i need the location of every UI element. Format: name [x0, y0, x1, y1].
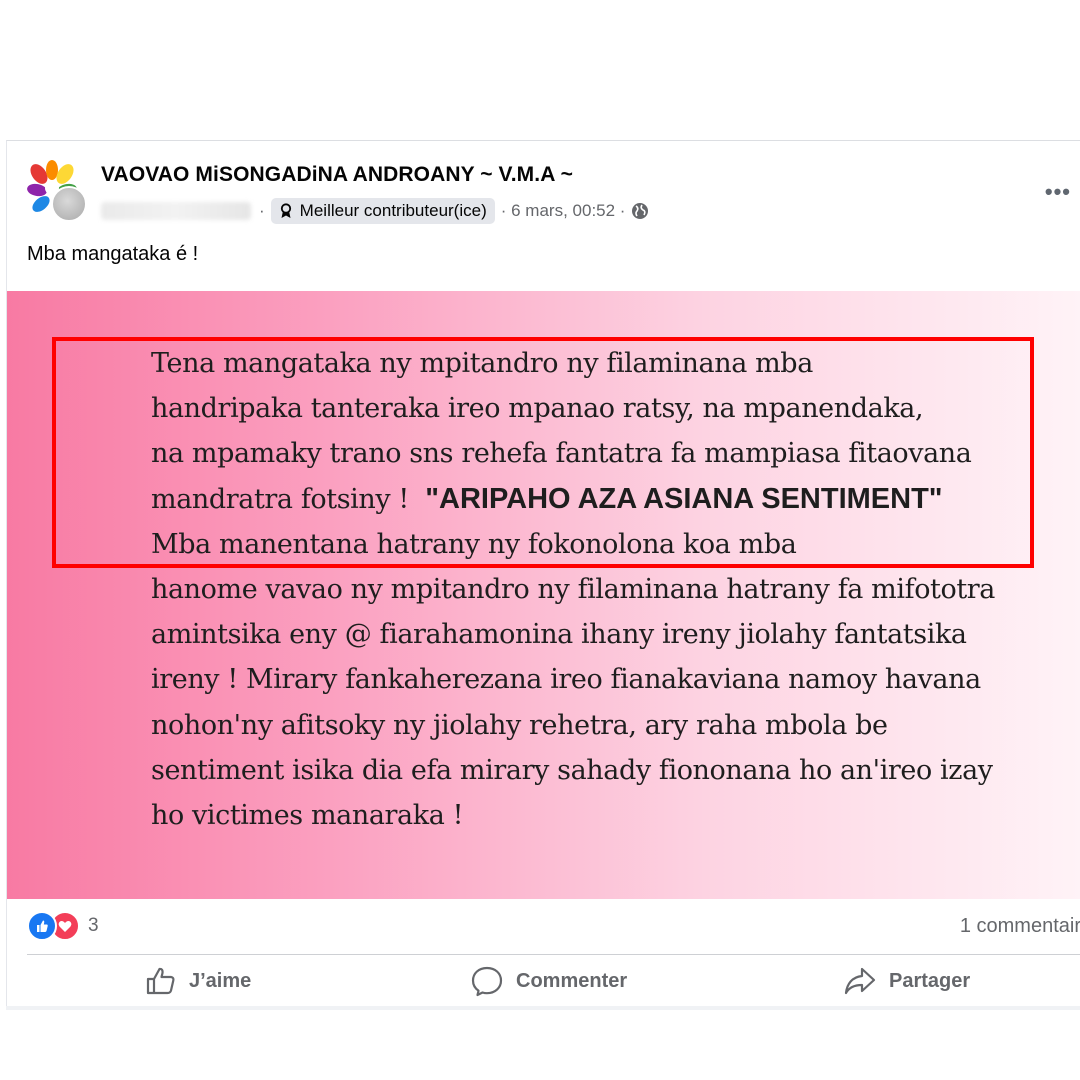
share-label: Partager	[889, 969, 971, 992]
blurred-author-name[interactable]	[101, 202, 251, 220]
comment-bubble-icon	[471, 966, 503, 997]
share-arrow-icon	[844, 967, 876, 995]
post-card: VAOVAO MiSONGADiNA ANDROANY ~ V.M.A ~ · …	[6, 140, 1080, 1007]
globe-icon	[632, 203, 649, 219]
comment-label: Commenter	[516, 969, 628, 992]
post-meta: · Meilleur contributeur(ice) · 6 mars, 0…	[101, 196, 649, 226]
card-bottom-edge	[6, 1006, 1080, 1010]
image-line: amintsika eny @ fiarahamonina ihany iren…	[151, 619, 967, 651]
group-name[interactable]: VAOVAO MiSONGADiNA ANDROANY ~ V.M.A ~	[101, 163, 573, 187]
image-line: ho victimes manaraka !	[151, 800, 464, 832]
reactions-summary[interactable]: 3	[27, 911, 99, 941]
more-options-icon[interactable]: •••	[1045, 179, 1071, 205]
meta-separator: ·	[259, 201, 265, 220]
like-reaction-icon	[27, 911, 57, 941]
comment-button[interactable]: Commenter	[470, 955, 627, 1007]
reaction-count: 3	[88, 915, 99, 936]
image-line: hanome vavao ny mpitandro ny filaminana …	[151, 574, 996, 606]
post-header: VAOVAO MiSONGADiNA ANDROANY ~ V.M.A ~ · …	[7, 141, 1080, 237]
share-button[interactable]: Partager	[843, 955, 970, 1007]
like-button[interactable]: J’aime	[145, 955, 251, 1007]
image-line: ireny ! Mirary fankaherezana ireo fianak…	[151, 664, 981, 696]
action-bar: J’aime Commenter Partager	[7, 955, 1080, 1007]
user-avatar[interactable]	[51, 186, 87, 222]
badge-label: Meilleur contributeur(ice)	[299, 201, 487, 220]
post-text: Mba mangataka é !	[27, 243, 199, 265]
comments-count[interactable]: 1 commentair	[960, 915, 1080, 938]
red-highlight-box	[52, 337, 1034, 568]
post-timestamp[interactable]: · 6 mars, 00:52 ·	[501, 201, 626, 221]
thumbs-up-icon	[146, 967, 175, 995]
image-line: nohon'ny afitsoky ny jiolahy rehetra, ar…	[151, 709, 888, 741]
award-icon	[280, 203, 291, 218]
top-contributor-badge[interactable]: Meilleur contributeur(ice)	[270, 198, 495, 224]
image-line: sentiment isika dia efa mirary sahady fi…	[151, 754, 993, 786]
post-image[interactable]: Tena mangataka ny mpitandro ny filaminan…	[7, 291, 1080, 899]
like-label: J’aime	[189, 969, 252, 992]
